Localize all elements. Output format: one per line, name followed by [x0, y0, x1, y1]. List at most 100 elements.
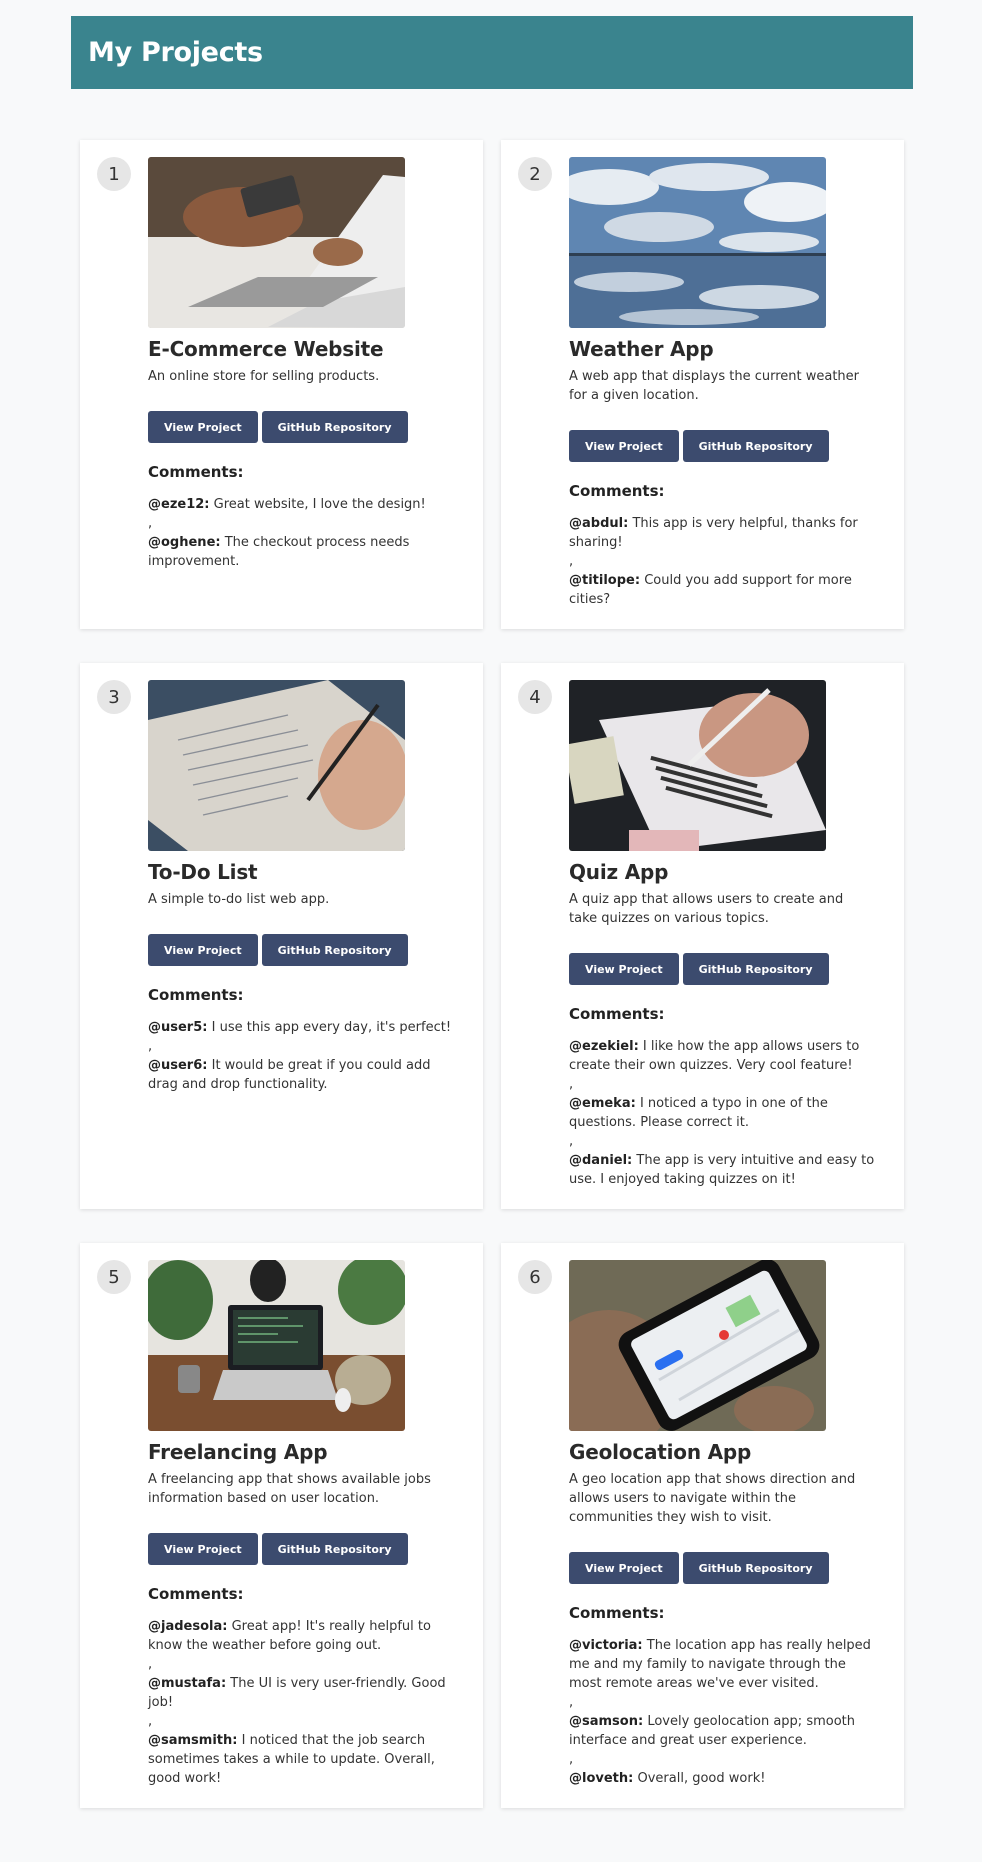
comment-text: Great website, I love the design! [213, 497, 426, 512]
project-image [569, 1260, 826, 1431]
project-description: A geo location app that shows direction … [569, 1472, 856, 1525]
project-number-badge: 3 [97, 680, 131, 714]
comment-author: @user6: [148, 1058, 208, 1073]
comment: @samson: Lovely geolocation app; smooth … [569, 1712, 879, 1750]
comment-author: @titilope: [569, 573, 641, 588]
comment-author: @samson: [569, 1714, 644, 1729]
comment-author: @abdul: [569, 516, 629, 531]
github-repository-button[interactable]: GitHub Repository [682, 430, 829, 462]
project-card: 5 Freelancing App A freelancing app that… [80, 1243, 483, 1808]
comment: @abdul: This app is very helpful, thanks… [569, 514, 879, 552]
project-actions: View Project GitHub Repository [148, 1533, 463, 1565]
comments-heading: Comments: [148, 986, 244, 1004]
sky-clouds-photo [569, 157, 826, 328]
comment-separator: , [569, 554, 574, 569]
project-title: Quiz App [569, 860, 669, 884]
github-repository-button[interactable]: GitHub Repository [261, 411, 408, 443]
comment: @samsmith: I noticed that the job search… [148, 1731, 458, 1788]
project-description: A quiz app that allows users to create a… [569, 892, 844, 926]
project-card: 4 Quiz App A quiz app that allows users … [501, 663, 904, 1209]
project-description: A web app that displays the current weat… [569, 369, 860, 403]
comment-author: @emeka: [569, 1096, 636, 1111]
view-project-button[interactable]: View Project [569, 953, 679, 985]
comment-separator: , [569, 1134, 574, 1149]
project-image [148, 157, 405, 328]
comment: @ezekiel: I like how the app allows user… [569, 1037, 879, 1075]
project-card: 1 E-Commerce Website An online store for… [80, 140, 483, 629]
project-description: A freelancing app that shows available j… [148, 1472, 431, 1506]
project-title: E-Commerce Website [148, 337, 384, 361]
project-card: 3 To-Do List A simple to-do list web app… [80, 663, 483, 1209]
comment: @user6: It would be great if you could a… [148, 1056, 458, 1094]
project-title: Geolocation App [569, 1440, 752, 1464]
project-image [569, 680, 826, 851]
comment: @emeka: I noticed a typo in one of the q… [569, 1094, 879, 1132]
comments-heading: Comments: [569, 482, 665, 500]
comment-separator: , [148, 1039, 153, 1054]
comment-separator: , [148, 1714, 153, 1729]
project-title: Freelancing App [148, 1440, 328, 1464]
phone-map-photo [569, 1260, 826, 1431]
project-image [569, 157, 826, 328]
comment-separator: , [569, 1752, 574, 1767]
comments-heading: Comments: [148, 463, 244, 481]
project-title: Weather App [569, 337, 714, 361]
project-card: 6 Geolocation App A geo location app tha… [501, 1243, 904, 1808]
comment-author: @ezekiel: [569, 1039, 639, 1054]
comment: @loveth: Overall, good work! [569, 1769, 879, 1788]
project-actions: View Project GitHub Repository [148, 934, 463, 966]
comment: @oghene: The checkout process needs impr… [148, 533, 458, 571]
comments-heading: Comments: [148, 1585, 244, 1603]
comment-separator: , [148, 516, 153, 531]
projects-row: 5 Freelancing App A freelancing app that… [80, 1243, 904, 1808]
view-project-button[interactable]: View Project [148, 934, 258, 966]
project-number-badge: 4 [518, 680, 552, 714]
comment-author: @loveth: [569, 1771, 634, 1786]
view-project-button[interactable]: View Project [569, 1552, 679, 1584]
comment-author: @victoria: [569, 1638, 643, 1653]
desk-laptop-photo [148, 1260, 405, 1431]
github-repository-button[interactable]: GitHub Repository [261, 1533, 408, 1565]
project-actions: View Project GitHub Repository [569, 1552, 884, 1584]
comment: @titilope: Could you add support for mor… [569, 571, 879, 609]
project-description: An online store for selling products. [148, 369, 380, 384]
comment: @victoria: The location app has really h… [569, 1636, 879, 1693]
comment-text: Overall, good work! [637, 1771, 766, 1786]
github-repository-button[interactable]: GitHub Repository [261, 934, 408, 966]
projects-row: 1 E-Commerce Website An online store for… [80, 140, 904, 629]
projects-row: 3 To-Do List A simple to-do list web app… [80, 663, 904, 1209]
view-project-button[interactable]: View Project [148, 411, 258, 443]
comment-separator: , [148, 1657, 153, 1672]
project-card: 2 Weather App A web app that displays th… [501, 140, 904, 629]
view-project-button[interactable]: View Project [569, 430, 679, 462]
comment-author: @user5: [148, 1020, 208, 1035]
github-repository-button[interactable]: GitHub Repository [682, 953, 829, 985]
project-image [148, 680, 405, 851]
comment-author: @jadesola: [148, 1619, 228, 1634]
github-repository-button[interactable]: GitHub Repository [682, 1552, 829, 1584]
view-project-button[interactable]: View Project [148, 1533, 258, 1565]
project-number-badge: 2 [518, 157, 552, 191]
project-number-badge: 5 [97, 1260, 131, 1294]
project-title: To-Do List [148, 860, 258, 884]
comment: @user5: I use this app every day, it's p… [148, 1018, 458, 1037]
comment-author: @eze12: [148, 497, 210, 512]
answer-sheet-photo [569, 680, 826, 851]
comment-separator: , [569, 1077, 574, 1092]
page-header: My Projects [71, 16, 913, 89]
project-number-badge: 6 [518, 1260, 552, 1294]
project-number-badge: 1 [97, 157, 131, 191]
comments-heading: Comments: [569, 1604, 665, 1622]
project-actions: View Project GitHub Repository [569, 430, 884, 462]
project-description: A simple to-do list web app. [148, 892, 330, 907]
comments-heading: Comments: [569, 1005, 665, 1023]
comment-author: @daniel: [569, 1153, 633, 1168]
project-actions: View Project GitHub Repository [569, 953, 884, 985]
comment-separator: , [569, 1695, 574, 1710]
comment-author: @oghene: [148, 535, 221, 550]
comment: @mustafa: The UI is very user-friendly. … [148, 1674, 458, 1712]
notebook-writing-photo [148, 680, 405, 851]
comment-author: @samsmith: [148, 1733, 238, 1748]
project-actions: View Project GitHub Repository [148, 411, 463, 443]
comment-author: @mustafa: [148, 1676, 227, 1691]
